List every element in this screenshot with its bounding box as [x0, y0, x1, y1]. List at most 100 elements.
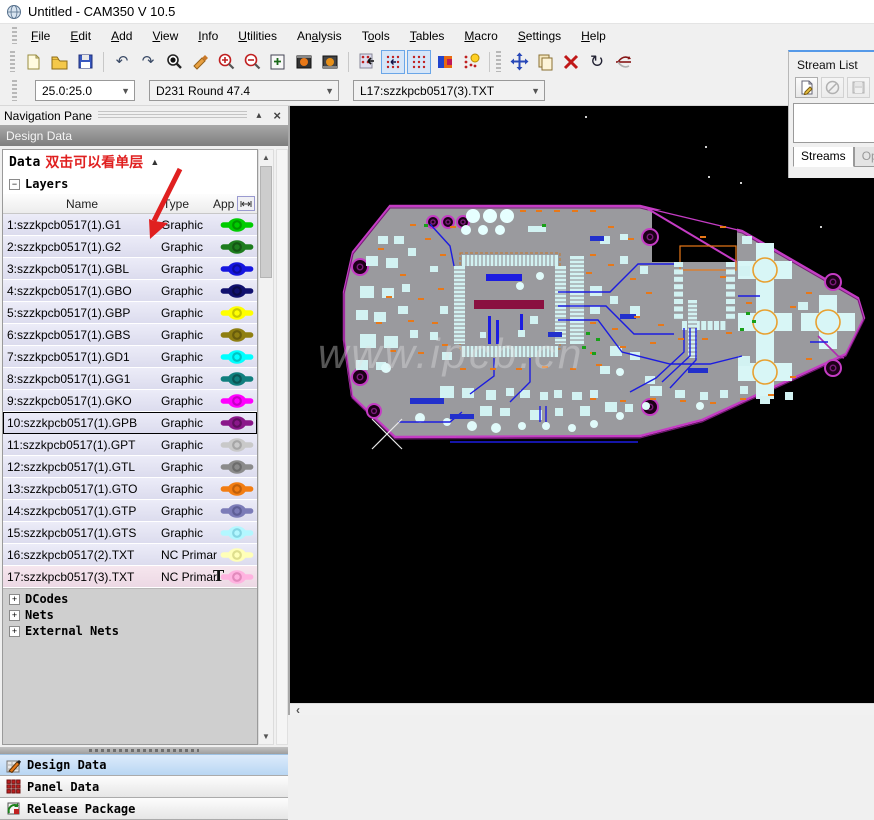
collapse-caret-icon[interactable]: ▲: [150, 157, 159, 167]
dcode-combo[interactable]: D231 Round 47.4▼: [149, 80, 339, 101]
table-row[interactable]: 3:szzkpcb0517(1).GBLGraphic: [3, 258, 257, 280]
snap-grid-1-icon[interactable]: [381, 50, 405, 74]
tree-vertical-scrollbar[interactable]: ▲ ▼: [258, 149, 274, 745]
layer-type[interactable]: Graphic: [161, 482, 217, 496]
pane-grip[interactable]: [98, 111, 247, 120]
stream-list-box[interactable]: [793, 103, 874, 143]
layer-type[interactable]: Graphic: [161, 240, 217, 254]
layer-type[interactable]: Graphic: [161, 372, 217, 386]
layer-color-swatch[interactable]: T: [217, 569, 257, 585]
layer-name[interactable]: 5:szzkpcb0517(1).GBP: [3, 306, 161, 320]
layer-name[interactable]: 8:szzkpcb0517(1).GG1: [3, 372, 161, 386]
table-row[interactable]: 15:szzkpcb0517(1).GTSGraphic: [3, 522, 257, 544]
layer-color-swatch[interactable]: [217, 547, 257, 563]
flash-grid-arrow-icon[interactable]: [355, 50, 379, 74]
menu-item-utilities[interactable]: Utilities: [228, 26, 287, 46]
table-row[interactable]: 17:szzkpcb0517(3).TXTNC PrimaryT: [3, 566, 257, 588]
layer-color-swatch[interactable]: [217, 305, 257, 321]
table-row[interactable]: 1:szzkpcb0517(1).G1Graphic: [3, 214, 257, 236]
layer-type[interactable]: Graphic: [161, 328, 217, 342]
layer-type[interactable]: Graphic: [161, 350, 217, 364]
release-package-button[interactable]: Release Package: [0, 798, 288, 820]
layer-color-swatch[interactable]: [217, 481, 257, 497]
panel-data-button[interactable]: Panel Data: [0, 776, 288, 798]
menu-item-edit[interactable]: Edit: [60, 26, 101, 46]
close-pane-button[interactable]: ×: [270, 108, 284, 123]
color-palette-icon[interactable]: [433, 50, 457, 74]
layer-color-swatch[interactable]: [217, 239, 257, 255]
table-row[interactable]: 14:szzkpcb0517(1).GTPGraphic: [3, 500, 257, 522]
tab-options[interactable]: Options: [854, 147, 874, 167]
table-row[interactable]: 4:szzkpcb0517(1).GBOGraphic: [3, 280, 257, 302]
layer-type[interactable]: Graphic: [161, 284, 217, 298]
layer-name[interactable]: 12:szzkpcb0517(1).GTL: [3, 460, 161, 474]
clean-brush-icon[interactable]: [188, 50, 212, 74]
layer-color-swatch[interactable]: [217, 327, 257, 343]
new-stream-button[interactable]: [795, 77, 818, 98]
highlight-dots-icon[interactable]: [459, 50, 483, 74]
copy-icon[interactable]: [533, 50, 557, 74]
toolbar-grip[interactable]: [12, 80, 17, 100]
layer-name[interactable]: 7:szzkpcb0517(1).GD1: [3, 350, 161, 364]
menu-item-macro[interactable]: Macro: [454, 26, 507, 46]
open-file-button[interactable]: [47, 50, 71, 74]
expand-box-icon[interactable]: +: [9, 610, 20, 621]
tree-node-dcodes[interactable]: +DCodes: [3, 591, 257, 607]
toolbar-grip[interactable]: [12, 27, 17, 43]
toolbar-grip[interactable]: [496, 51, 501, 71]
tree-node-nets[interactable]: +Nets: [3, 607, 257, 623]
menu-item-tools[interactable]: Tools: [352, 26, 400, 46]
layer-color-swatch[interactable]: [217, 525, 257, 541]
toolbar-grip[interactable]: [10, 51, 15, 71]
menu-item-analysis[interactable]: Analysis: [287, 26, 352, 46]
layer-color-swatch[interactable]: [217, 217, 257, 233]
menu-item-info[interactable]: Info: [188, 26, 228, 46]
zoom-out-icon[interactable]: [240, 50, 264, 74]
layer-name[interactable]: 17:szzkpcb0517(3).TXT: [3, 570, 161, 584]
active-layer-combo[interactable]: L17:szzkpcb0517(3).TXT▼: [353, 80, 545, 101]
query-magnifier-icon[interactable]: [162, 50, 186, 74]
collapse-pane-button[interactable]: ▴: [253, 110, 264, 121]
table-row[interactable]: 7:szzkpcb0517(1).GD1Graphic: [3, 346, 257, 368]
pane-splitter[interactable]: [0, 747, 288, 754]
delete-icon[interactable]: [559, 50, 583, 74]
layer-name[interactable]: 6:szzkpcb0517(1).GBS: [3, 328, 161, 342]
layer-name[interactable]: 15:szzkpcb0517(1).GTS: [3, 526, 161, 540]
layer-color-swatch[interactable]: [217, 393, 257, 409]
table-row[interactable]: 8:szzkpcb0517(1).GG1Graphic: [3, 368, 257, 390]
layer-name[interactable]: 4:szzkpcb0517(1).GBO: [3, 284, 161, 298]
layer-type[interactable]: Graphic: [161, 504, 217, 518]
film-view-1-icon[interactable]: [292, 50, 316, 74]
save-button[interactable]: [73, 50, 97, 74]
aperture-ratio-combo[interactable]: 25.0:25.0▼: [35, 80, 135, 101]
rotate-icon[interactable]: ↻: [585, 50, 609, 74]
frame-add-icon[interactable]: [266, 50, 290, 74]
expand-box-icon[interactable]: +: [9, 626, 20, 637]
layer-type[interactable]: Graphic: [161, 306, 217, 320]
layer-type[interactable]: NC Primary: [161, 570, 217, 584]
table-row[interactable]: 6:szzkpcb0517(1).GBSGraphic: [3, 324, 257, 346]
layer-color-swatch[interactable]: [217, 349, 257, 365]
layer-name[interactable]: 9:szzkpcb0517(1).GKO: [3, 394, 161, 408]
scroll-up-icon[interactable]: ▲: [259, 150, 273, 165]
expand-box-icon[interactable]: +: [9, 594, 20, 605]
layer-type[interactable]: Graphic: [161, 262, 217, 276]
menu-item-add[interactable]: Add: [101, 26, 142, 46]
layer-type[interactable]: Graphic: [161, 416, 217, 430]
layer-name[interactable]: 10:szzkpcb0517(1).GPB: [3, 416, 161, 430]
layer-type[interactable]: Graphic: [161, 526, 217, 540]
mirror-icon[interactable]: [611, 50, 635, 74]
canvas-horizontal-scrollbar[interactable]: ‹: [290, 703, 874, 715]
menu-item-help[interactable]: Help: [571, 26, 616, 46]
layer-color-swatch[interactable]: [217, 371, 257, 387]
design-data-button[interactable]: Design Data: [0, 754, 288, 776]
redo-icon[interactable]: ↷: [136, 50, 160, 74]
table-row[interactable]: 11:szzkpcb0517(1).GPTGraphic: [3, 434, 257, 456]
layer-color-swatch[interactable]: [217, 503, 257, 519]
snap-grid-2-icon[interactable]: [407, 50, 431, 74]
tab-streams[interactable]: Streams: [793, 147, 854, 167]
tree-node-external-nets[interactable]: +External Nets: [3, 623, 257, 639]
layer-color-swatch[interactable]: [217, 437, 257, 453]
table-row[interactable]: 16:szzkpcb0517(2).TXTNC Primary: [3, 544, 257, 566]
save-stream-button[interactable]: [847, 77, 870, 98]
